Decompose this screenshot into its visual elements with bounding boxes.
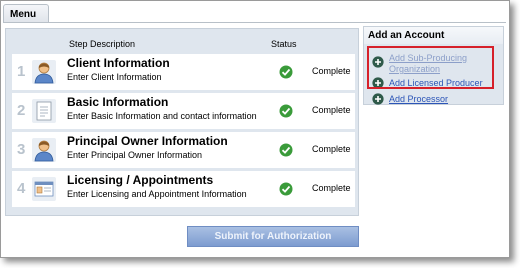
- step-title: Client Information: [67, 56, 170, 70]
- check-icon: [279, 143, 293, 157]
- steps-header: Step Description Status: [6, 29, 358, 49]
- step-status: Complete: [312, 183, 351, 193]
- person-icon: [32, 60, 56, 84]
- step-row-licensing-appointments[interactable]: 4 Licensing / Appointments Enter Licensi…: [12, 171, 355, 207]
- step-subtitle: Enter Client Information: [67, 72, 162, 82]
- header-step-description: Step Description: [69, 39, 136, 49]
- step-title: Basic Information: [67, 95, 169, 109]
- step-row-client-information[interactable]: 1 Client Information Enter Client Inform…: [12, 54, 355, 90]
- check-icon: [279, 182, 293, 196]
- step-subtitle: Enter Licensing and Appointment Informat…: [67, 189, 247, 199]
- step-title: Licensing / Appointments: [67, 173, 214, 187]
- add-account-title: Add an Account: [364, 27, 503, 44]
- step-row-basic-information[interactable]: 2 Basic Information Enter Basic Informat…: [12, 93, 355, 129]
- step-number: 2: [17, 102, 26, 119]
- step-subtitle: Enter Basic Information and contact info…: [67, 111, 257, 121]
- submit-for-authorization-button[interactable]: Submit for Authorization: [187, 226, 359, 247]
- step-title: Principal Owner Information: [67, 134, 228, 148]
- license-card-icon: [32, 177, 56, 201]
- highlight-box: [367, 46, 494, 89]
- tab-menu[interactable]: Menu: [3, 4, 49, 23]
- plus-circle-icon: [372, 93, 384, 105]
- steps-panel: Step Description Status 1 Client Informa…: [5, 28, 359, 216]
- step-status: Complete: [312, 144, 351, 154]
- tab-divider: [3, 22, 506, 23]
- step-number: 1: [17, 63, 26, 80]
- add-processor-link[interactable]: Add Processor: [389, 94, 448, 105]
- step-number: 3: [17, 141, 26, 158]
- step-row-principal-owner-information[interactable]: 3 Principal Owner Information Enter Prin…: [12, 132, 355, 168]
- person-icon: [32, 138, 56, 162]
- document-icon: [32, 99, 56, 123]
- header-status: Status: [271, 39, 297, 49]
- step-status: Complete: [312, 66, 351, 76]
- step-number: 4: [17, 180, 26, 197]
- step-subtitle: Enter Principal Owner Information: [67, 150, 203, 160]
- check-icon: [279, 104, 293, 118]
- check-icon: [279, 65, 293, 79]
- step-status: Complete: [312, 105, 351, 115]
